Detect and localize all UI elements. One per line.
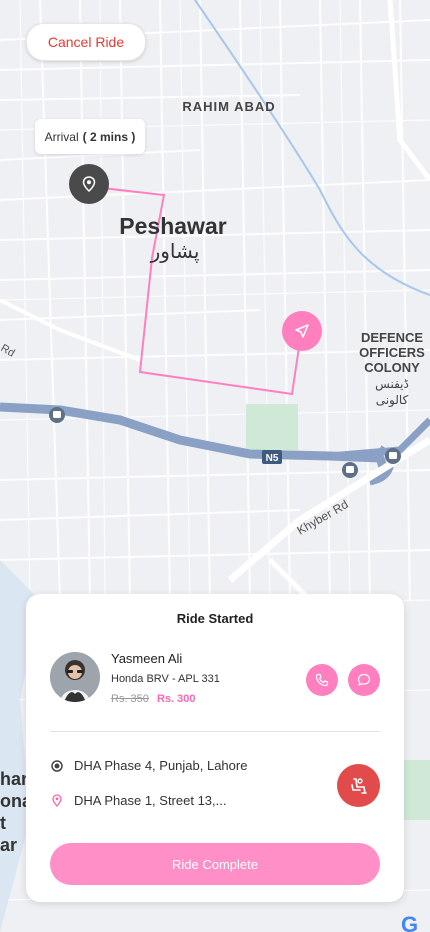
peshawar-label: Peshawar <box>119 213 226 239</box>
dropoff-address: DHA Phase 1, Street 13,... <box>74 793 227 808</box>
pickup-address: DHA Phase 4, Punjab, Lahore <box>74 758 248 773</box>
bus-stop-icon <box>49 407 65 423</box>
vehicle-info: Honda BRV - APL 331 <box>111 673 220 685</box>
emergency-seat-icon <box>350 777 367 794</box>
cancel-ride-button[interactable]: Cancel Ride <box>26 23 146 61</box>
phone-icon <box>315 673 329 687</box>
ride-card: Ride Started Yasmeen Ali Honda BRV - APL… <box>26 594 404 902</box>
defence-urdu-label-1: ڈیفنس <box>375 377 409 392</box>
pickup-pin[interactable] <box>69 164 109 204</box>
peshawar-urdu-label: پشاور <box>150 239 200 264</box>
arrival-time: ( 2 mins ) <box>82 129 136 144</box>
rahim-abad-label: RAHIM ABAD <box>182 99 275 114</box>
location-marker-icon <box>50 793 64 807</box>
emergency-button[interactable] <box>337 764 380 807</box>
google-logo: G <box>401 912 418 932</box>
current-location-pin[interactable] <box>282 311 322 351</box>
defence-label-2: OFFICERS <box>359 345 425 360</box>
radio-dot-icon <box>50 759 64 773</box>
defence-label-1: DEFENCE <box>361 330 423 345</box>
location-pin-icon <box>82 176 96 192</box>
divider <box>50 731 380 732</box>
driver-name: Yasmeen Ali <box>111 651 183 666</box>
chat-button[interactable] <box>348 664 380 696</box>
card-title: Ride Started <box>176 611 254 626</box>
chat-icon <box>357 673 371 686</box>
map-edge-label-4: ar <box>0 835 17 855</box>
avatar <box>50 652 100 702</box>
arrival-tooltip: Arrival ( 2 mins ) <box>35 119 145 154</box>
discounted-price: Rs. 300 <box>157 693 196 705</box>
call-button[interactable] <box>306 664 338 696</box>
bus-stop-icon <box>342 462 358 478</box>
ride-complete-button[interactable]: Ride Complete <box>50 843 380 885</box>
map-edge-label-3: t <box>0 813 6 833</box>
defence-label-3: COLONY <box>364 360 420 375</box>
bus-stop-icon <box>385 448 401 464</box>
original-price: Rs. 350 <box>111 693 149 705</box>
defence-urdu-label-2: کالونی <box>376 393 409 408</box>
arrival-label: Arrival <box>44 129 79 144</box>
navigation-arrow-icon <box>295 324 309 338</box>
road-n5-label: N5 <box>266 453 279 464</box>
